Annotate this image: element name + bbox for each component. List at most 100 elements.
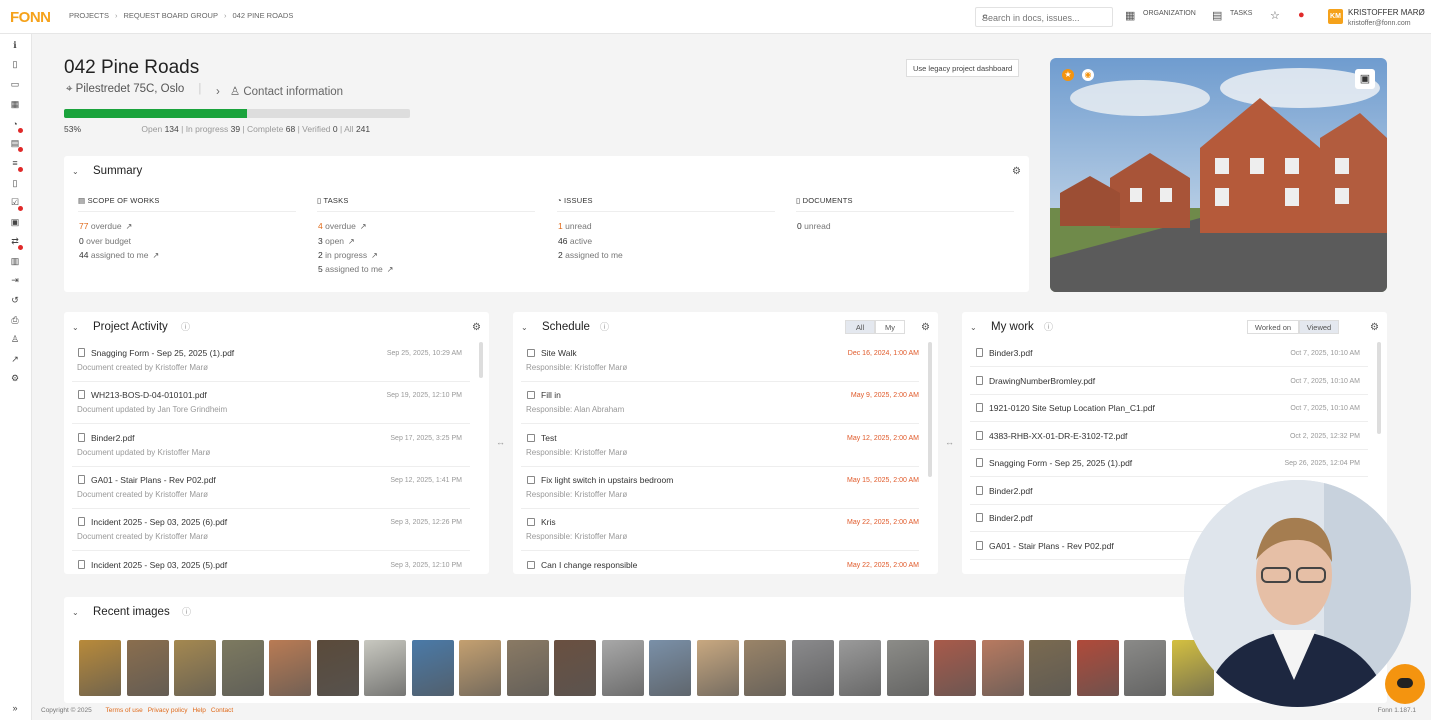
image-thumbnail[interactable] <box>411 640 454 696</box>
image-thumbnail[interactable] <box>1076 640 1119 696</box>
image-thumbnail[interactable] <box>364 640 406 696</box>
image-thumbnail[interactable] <box>269 640 311 696</box>
documents-unread[interactable]: 0 unread <box>797 221 831 231</box>
image-thumbnail[interactable] <box>79 640 121 696</box>
image-thumbnail[interactable] <box>744 640 786 696</box>
chevron-down-icon[interactable]: ⌄ <box>521 323 528 332</box>
scrollbar[interactable] <box>479 342 483 378</box>
transfer-icon[interactable]: ⇄ <box>9 236 23 250</box>
tasks-link[interactable]: TASKS <box>1230 10 1252 17</box>
tasks-in-progress[interactable]: 2 in progress ↗ <box>318 250 378 260</box>
image-thumbnail[interactable] <box>696 640 739 696</box>
tab-my[interactable]: My <box>875 320 905 334</box>
chevron-down-icon[interactable]: ⌄ <box>72 167 79 176</box>
organization-link[interactable]: ORGANIZATION <box>1143 10 1196 17</box>
issues-assigned[interactable]: 2 assigned to me <box>558 250 623 260</box>
image-thumbnail[interactable] <box>459 640 501 696</box>
image-thumbnail[interactable] <box>1124 640 1166 696</box>
star-icon[interactable]: ★ <box>1062 69 1074 81</box>
tab-viewed[interactable]: Viewed <box>1299 320 1339 334</box>
legacy-dashboard-button[interactable]: Use legacy project dashboard <box>906 59 1020 77</box>
search-icon[interactable]: ⌕ <box>982 11 1106 24</box>
table-icon[interactable]: ▥ <box>9 256 21 268</box>
chart-icon[interactable]: ↗ <box>9 354 21 366</box>
tasks-open[interactable]: 3 open ↗ <box>318 236 355 246</box>
issues-icon[interactable]: ◔ <box>9 119 23 133</box>
resize-handle-icon[interactable]: ↔ <box>496 437 505 447</box>
tab-all[interactable]: All <box>845 320 875 334</box>
chat-support-button[interactable] <box>1385 664 1425 704</box>
issues-unread[interactable]: 1 unread <box>558 221 592 231</box>
list-item[interactable]: Binder3.pdf Oct 7, 2025, 10:10 AM <box>970 340 1368 367</box>
list-item[interactable]: Incident 2025 - Sep 03, 2025 (5).pdf Sep … <box>72 552 470 575</box>
list-item[interactable]: Test Responsible: Kristoffer Marø May 12, … <box>521 425 919 467</box>
image-thumbnail[interactable] <box>506 640 549 696</box>
tab-worked-on[interactable]: Worked on <box>1247 320 1299 334</box>
image-thumbnail[interactable] <box>934 640 976 696</box>
gear-icon[interactable]: ⚙ <box>472 322 481 333</box>
image-thumbnail[interactable] <box>174 640 216 696</box>
list-item[interactable]: WH213-BOS-D-04-010101.pdf Document update… <box>72 382 470 425</box>
image-thumbnail[interactable] <box>221 640 264 696</box>
login-icon[interactable]: ⇥ <box>9 275 21 287</box>
chevron-down-icon[interactable]: ⌄ <box>970 323 977 332</box>
fonn-logo[interactable]: FONN <box>10 9 51 26</box>
image-thumbnail[interactable] <box>649 640 691 696</box>
info-icon[interactable]: ⓘ <box>600 320 609 333</box>
list-item[interactable]: Incident 2025 - Sep 03, 2025 (6).pdf Docu… <box>72 509 470 552</box>
list-icon[interactable]: ≡ <box>9 158 23 172</box>
info-icon[interactable]: ⓘ <box>181 320 190 333</box>
calendar-icon[interactable]: ▦ <box>9 99 21 111</box>
contact-link[interactable]: Contact <box>211 707 233 714</box>
list-item[interactable]: Snagging Form - Sep 25, 2025 (1).pdf Docu… <box>72 340 470 382</box>
list-item[interactable]: Can I change responsible May 22, 2025, 2:… <box>521 552 919 575</box>
list-item[interactable]: DrawingNumberBromley.pdf Oct 7, 2025, 10:… <box>970 368 1368 395</box>
chevron-down-icon[interactable]: ⌄ <box>72 323 79 332</box>
tasks-overdue[interactable]: 4 overdue ↗ <box>318 221 367 231</box>
gear-icon[interactable]: ⚙ <box>1012 166 1021 177</box>
document-icon[interactable]: ▯ <box>9 59 21 71</box>
info-icon[interactable]: ⓘ <box>182 605 191 618</box>
info-icon[interactable]: ⓘ <box>1044 320 1053 333</box>
list-item[interactable]: GA01 - Stair Plans - Rev P02.pdf Document… <box>72 467 470 509</box>
scrollbar[interactable] <box>1377 342 1381 434</box>
search-input[interactable]: Search in docs, issues... ⌕ <box>975 7 1113 27</box>
image-thumbnail[interactable] <box>601 640 644 696</box>
eye-icon[interactable]: ◉ <box>1082 69 1094 81</box>
gallery-icon[interactable]: ▣ <box>1355 69 1375 89</box>
form-icon[interactable]: ▯ <box>9 178 21 190</box>
scope-overdue[interactable]: 77 overdue ↗ <box>79 221 132 231</box>
contact-information-link[interactable]: › ♙ Contact information <box>216 84 343 98</box>
project-image[interactable]: ★ ◉ ▣ <box>1050 58 1387 292</box>
list-item[interactable]: Fill in Responsible: Alan Abraham May 9, 2… <box>521 382 919 425</box>
help-link[interactable]: Help <box>192 707 205 714</box>
scrollbar[interactable] <box>928 342 932 477</box>
image-thumbnail[interactable] <box>316 640 359 696</box>
image-thumbnail[interactable] <box>981 640 1024 696</box>
list-item[interactable]: 4383-RHB-XX-01-DR-E-3102-T2.pdf Oct 2, 20… <box>970 423 1368 450</box>
scope-assigned[interactable]: 44 assigned to me ↗ <box>79 250 159 260</box>
settings-icon[interactable]: ⚙ <box>9 373 21 385</box>
list-item[interactable]: Site Walk Responsible: Kristoffer Marø Dec… <box>521 340 919 382</box>
box-icon[interactable]: ▣ <box>9 217 21 229</box>
list-item[interactable]: Kris Responsible: Kristoffer Marø May 22, … <box>521 509 919 552</box>
expand-icon[interactable]: » <box>9 703 21 715</box>
breadcrumb-group[interactable]: REQUEST BOARD GROUP <box>124 11 218 20</box>
avatar[interactable]: KM <box>1328 9 1343 24</box>
image-thumbnail[interactable] <box>886 640 929 696</box>
print-icon[interactable]: ⎙ <box>9 315 21 327</box>
breadcrumb-projects[interactable]: PROJECTS <box>69 11 109 20</box>
star-icon[interactable]: ☆ <box>1270 9 1280 22</box>
terms-link[interactable]: Terms of use <box>106 707 143 714</box>
gear-icon[interactable]: ⚙ <box>921 322 930 333</box>
list-item[interactable]: Binder2.pdf Document updated by Kristoffe… <box>72 425 470 467</box>
tasks-icon[interactable]: ▤ <box>9 138 23 152</box>
image-thumbnail[interactable] <box>791 640 834 696</box>
scope-budget[interactable]: 0 over budget <box>79 236 131 246</box>
gear-icon[interactable]: ⚙ <box>1370 322 1379 333</box>
image-icon[interactable]: ▭ <box>9 79 21 91</box>
image-thumbnail[interactable] <box>1029 640 1071 696</box>
user-menu[interactable]: KRISTOFFER MARØ kristoffer@fonn.com <box>1348 7 1425 29</box>
list-item[interactable]: Snagging Form - Sep 25, 2025 (1).pdf Sep … <box>970 450 1368 477</box>
list-item[interactable]: 1921-0120 Site Setup Location Plan_C1.pd… <box>970 395 1368 422</box>
